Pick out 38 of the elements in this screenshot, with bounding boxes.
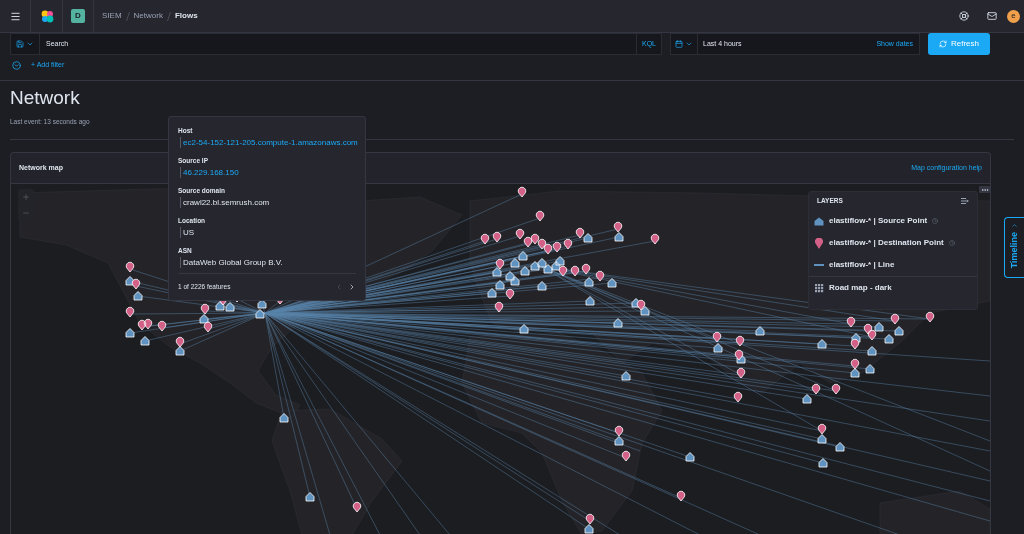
breadcrumb[interactable]: Network <box>133 10 163 22</box>
breadcrumb[interactable]: SIEM <box>102 10 122 22</box>
filter-options-button[interactable] <box>10 59 22 71</box>
saved-query-button[interactable] <box>10 33 40 55</box>
breadcrumb: Flows <box>174 10 198 22</box>
chevron-down-icon <box>26 40 34 48</box>
field-value: US <box>180 227 195 238</box>
house-icon <box>814 216 824 226</box>
space-avatar[interactable]: D <box>71 9 85 23</box>
field-value: crawl22.bl.semrush.com <box>180 197 270 208</box>
layer-item[interactable]: elastiflow-* | Line <box>809 254 977 276</box>
field-value-link[interactable]: 46.229.168.150 <box>180 167 239 178</box>
date-quick-select-button[interactable] <box>670 33 698 55</box>
grid-icon <box>814 283 824 293</box>
layer-item[interactable]: Road map - dark <box>809 277 977 299</box>
refresh-icon <box>939 40 947 48</box>
timeline-tab[interactable]: Timeline <box>1004 217 1024 278</box>
chevron-down-icon <box>685 40 693 48</box>
user-avatar[interactable]: e <box>1007 9 1020 23</box>
collapse-panel-icon[interactable] <box>961 198 969 204</box>
mail-icon <box>987 11 997 21</box>
help-icon <box>959 11 969 21</box>
more-options-button[interactable] <box>979 186 990 193</box>
logo-icon[interactable] <box>41 9 54 23</box>
plus-icon <box>22 193 30 201</box>
chevron-up-icon <box>1011 222 1018 229</box>
calendar-icon <box>675 40 683 48</box>
map-pin-icon <box>815 237 823 249</box>
layer-item[interactable]: elastiflow-* | Destination Point <box>809 232 977 254</box>
chevron-circle-icon <box>11 60 21 70</box>
field-value: DataWeb Global Group B.V. <box>180 257 283 268</box>
breadcrumb-separator-icon <box>125 11 130 21</box>
field-value-link[interactable]: ec2-54-152-121-205.compute-1.amazonaws.com <box>180 137 358 148</box>
menu-icon <box>9 10 21 22</box>
line-icon <box>814 264 824 266</box>
breadcrumb-separator-icon <box>166 11 171 21</box>
page-title: Network <box>10 87 80 109</box>
layer-item[interactable]: elastiflow-* | Source Point <box>809 210 977 232</box>
